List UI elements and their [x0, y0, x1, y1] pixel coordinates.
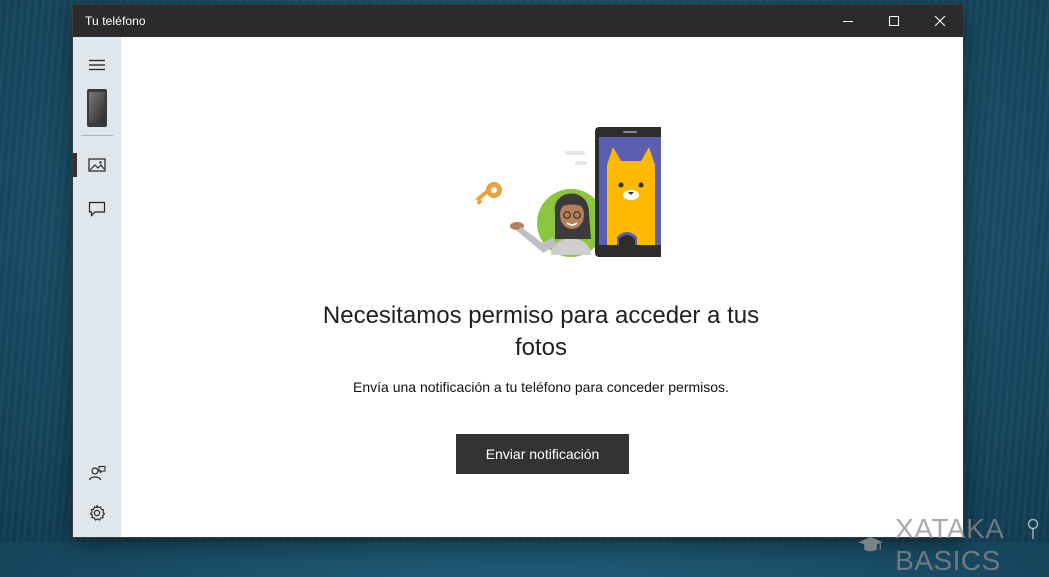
hamburger-menu-icon — [89, 59, 105, 71]
phone-button[interactable] — [73, 87, 121, 129]
title-bar[interactable]: Tu teléfono — [73, 5, 963, 37]
sidebar-item-photos[interactable] — [73, 149, 121, 181]
phone-illustration — [595, 127, 661, 257]
minimize-button[interactable] — [825, 5, 871, 37]
graduation-cap-icon — [858, 537, 883, 552]
maximize-button[interactable] — [871, 5, 917, 37]
heading-line-1: Necesitamos permiso para acceder a tus — [322, 302, 760, 329]
main-content: Necesitamos permiso para acceder a tus f… — [121, 37, 1002, 576]
watermark: XATAKA BASICS — [858, 513, 1022, 576]
maximize-icon — [889, 16, 899, 26]
settings-button[interactable] — [73, 497, 121, 529]
page-heading: Necesitamos permiso para acceder a tus f… — [291, 300, 791, 364]
feedback-icon — [88, 466, 106, 481]
sidebar — [73, 37, 121, 537]
settings-icon — [89, 504, 106, 521]
close-icon — [934, 15, 946, 27]
sidebar-divider — [81, 135, 113, 136]
close-button[interactable] — [917, 5, 963, 37]
send-notification-button[interactable]: Enviar notificación — [456, 434, 629, 474]
phone-icon — [87, 89, 107, 127]
messages-icon — [88, 201, 106, 217]
photos-icon — [88, 158, 106, 172]
key-icon — [475, 182, 502, 205]
app-window: Tu teléfono Necesitamos permiso para acc… — [73, 5, 1002, 576]
watermark-text: XATAKA BASICS — [895, 513, 1003, 576]
hamburger-menu-button[interactable] — [73, 49, 121, 81]
permission-illustration — [475, 127, 661, 257]
heading-line-2: fotos — [514, 334, 568, 361]
map-pin-icon — [1027, 518, 1039, 539]
sidebar-item-messages[interactable] — [73, 193, 121, 225]
send-notification-label: Enviar notificación — [485, 446, 600, 462]
instruction-text: Envía una notificación a tu teléfono par… — [353, 379, 729, 395]
minimize-icon — [843, 21, 853, 22]
feedback-button[interactable] — [73, 457, 121, 489]
window-title: Tu teléfono — [85, 14, 146, 28]
